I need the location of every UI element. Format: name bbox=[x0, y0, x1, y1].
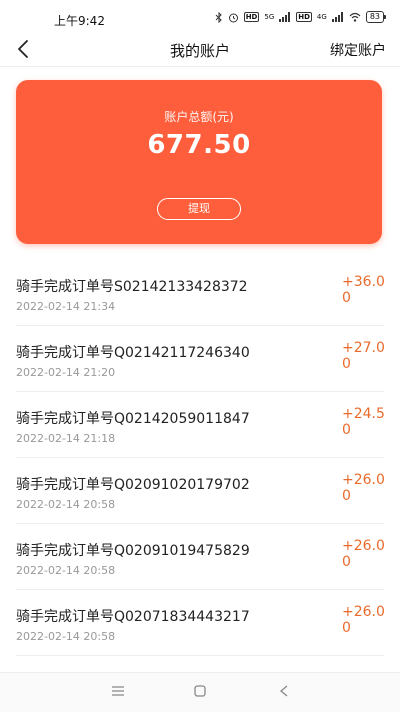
wifi-icon bbox=[349, 12, 361, 22]
bind-account-button[interactable]: 绑定账户 bbox=[330, 40, 386, 60]
transaction-row[interactable]: 骑手完成订单号Q02142117246340 2022-02-14 21:20 … bbox=[16, 326, 385, 392]
transaction-title: 骑手完成订单号Q02091019475829 bbox=[16, 543, 250, 559]
balance-label: 账户总额(元) bbox=[164, 110, 234, 124]
transaction-row[interactable]: 骑手完成订单号Q02071834443217 2022-02-14 20:58 … bbox=[16, 590, 385, 656]
alarm-icon bbox=[228, 13, 238, 22]
network-type-4g: 4G bbox=[316, 12, 327, 21]
transaction-list: 骑手完成订单号S02142133428372 2022-02-14 21:34 … bbox=[0, 260, 400, 656]
transaction-title: 骑手完成订单号Q02091020179702 bbox=[16, 477, 250, 493]
transaction-title: 骑手完成订单号Q02142117246340 bbox=[16, 345, 250, 361]
transaction-amount: +27.00 bbox=[342, 340, 385, 372]
balance-value: 677.50 bbox=[147, 130, 251, 160]
transaction-time: 2022-02-14 20:58 bbox=[16, 630, 116, 643]
hd-badge-2: HD bbox=[296, 12, 312, 22]
signal-icon bbox=[279, 12, 291, 22]
transaction-time: 2022-02-14 21:20 bbox=[16, 366, 116, 379]
transaction-amount: +26.00 bbox=[342, 604, 385, 636]
transaction-row[interactable]: 骑手完成订单号S02142133428372 2022-02-14 21:34 … bbox=[16, 260, 385, 326]
status-time: 上午9:42 bbox=[54, 14, 105, 28]
transaction-time: 2022-02-14 21:34 bbox=[16, 300, 116, 313]
transaction-time: 2022-02-14 21:18 bbox=[16, 432, 116, 445]
system-nav-bar bbox=[0, 672, 400, 712]
transaction-amount: +24.50 bbox=[342, 406, 385, 438]
hd-badge: HD bbox=[243, 12, 260, 22]
withdraw-button[interactable]: 提现 bbox=[157, 198, 241, 220]
battery-icon: 83 bbox=[365, 11, 387, 23]
transaction-row[interactable]: 骑手完成订单号Q02142059011847 2022-02-14 21:18 … bbox=[16, 392, 385, 458]
home-icon[interactable] bbox=[194, 685, 206, 697]
transaction-title: 骑手完成订单号S02142133428372 bbox=[16, 279, 248, 295]
transaction-time: 2022-02-14 20:58 bbox=[16, 498, 116, 511]
signal-icon-2 bbox=[331, 12, 343, 22]
transaction-amount: +36.00 bbox=[342, 274, 385, 306]
transaction-amount: +26.00 bbox=[342, 472, 385, 504]
nav-bar: 我的账户 绑定账户 bbox=[0, 36, 400, 67]
transaction-title: 骑手完成订单号Q02071834443217 bbox=[16, 609, 250, 625]
network-type-5g: 5G bbox=[264, 12, 275, 21]
bluetooth-icon bbox=[215, 11, 222, 23]
menu-icon[interactable] bbox=[111, 685, 125, 697]
transaction-row[interactable]: 骑手完成订单号Q02091019475829 2022-02-14 20:58 … bbox=[16, 524, 385, 590]
transaction-title: 骑手完成订单号Q02142059011847 bbox=[16, 411, 250, 427]
status-bar: 上午9:42 HD 5G HD 4G 83 bbox=[0, 0, 400, 36]
back-icon[interactable] bbox=[279, 685, 289, 697]
status-icons: HD 5G HD 4G 83 bbox=[215, 11, 387, 23]
balance-card: 账户总额(元) 677.50 提现 bbox=[16, 80, 382, 244]
transaction-row[interactable]: 骑手完成订单号Q02091020179702 2022-02-14 20:58 … bbox=[16, 458, 385, 524]
transaction-amount: +26.00 bbox=[342, 538, 385, 570]
transaction-time: 2022-02-14 20:58 bbox=[16, 564, 116, 577]
